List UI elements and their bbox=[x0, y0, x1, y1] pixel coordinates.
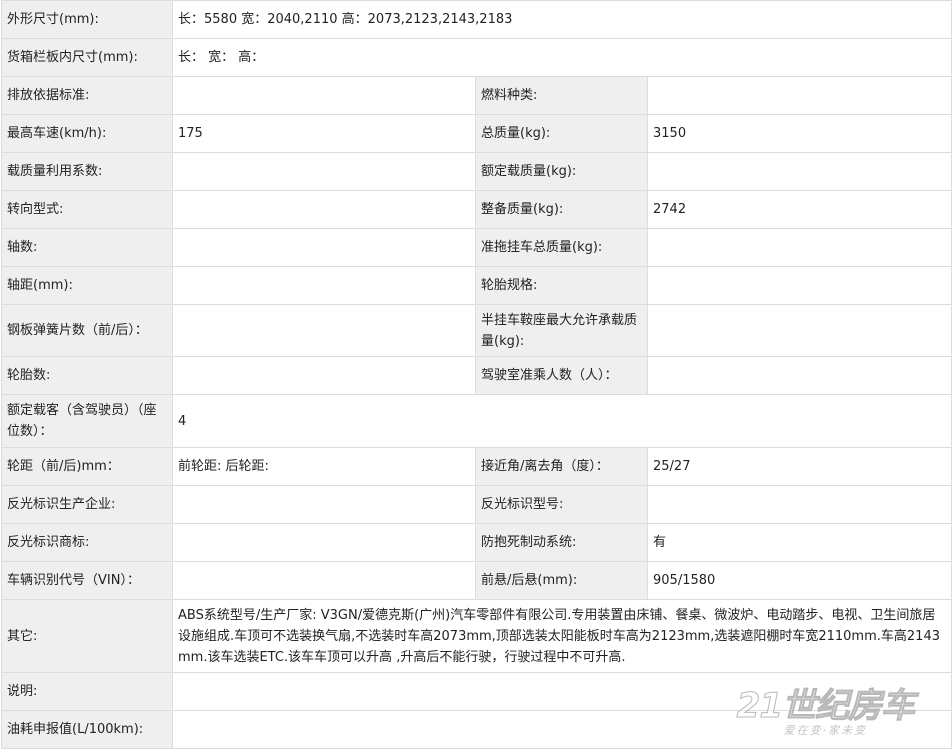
row-value bbox=[646, 228, 952, 267]
row-label: 半挂车鞍座最大允许承载质量(kg): bbox=[475, 304, 648, 357]
row-label: 说明: bbox=[1, 672, 173, 711]
table-row: 反光标识生产企业: 反光标识型号: bbox=[1, 485, 952, 524]
row-label: 最高车速(km/h): bbox=[1, 114, 173, 153]
row-value: 2742 bbox=[646, 190, 952, 229]
row-value: 905/1580 bbox=[646, 561, 952, 600]
table-row: 排放依据标准: 燃料种类: bbox=[1, 76, 952, 115]
row-label: 轴数: bbox=[1, 228, 173, 267]
row-label: 燃料种类: bbox=[475, 76, 648, 115]
row-value bbox=[646, 485, 952, 524]
row-label: 排放依据标准: bbox=[1, 76, 173, 115]
table-row: 转向型式: 整备质量(kg): 2742 bbox=[1, 190, 952, 229]
row-label: 油耗申报值(L/100km): bbox=[1, 710, 173, 749]
row-value bbox=[646, 76, 952, 115]
row-label: 载质量利用系数: bbox=[1, 152, 173, 191]
row-value: 前轮距: 后轮距: bbox=[172, 447, 476, 486]
row-label: 转向型式: bbox=[1, 190, 173, 229]
row-label: 总质量(kg): bbox=[475, 114, 648, 153]
row-label: 轮胎规格: bbox=[475, 266, 648, 305]
row-label: 驾驶室准乘人数（人）： bbox=[475, 356, 648, 395]
table-row: 额定载客（含驾驶员）（座位数）： 4 bbox=[1, 394, 952, 448]
row-label: 额定载客（含驾驶员）（座位数）： bbox=[1, 394, 173, 448]
row-value: 3150 bbox=[646, 114, 952, 153]
row-value bbox=[172, 356, 476, 395]
row-value bbox=[171, 710, 952, 749]
table-row: 轮距（前/后)mm： 前轮距: 后轮距: 接近角/离去角（度）： 25/27 bbox=[1, 447, 952, 486]
row-value: 有 bbox=[646, 523, 952, 562]
row-label: 其它: bbox=[1, 599, 173, 673]
row-value: 长：5580 宽：2040,2110 高：2073,2123,2143,2183 bbox=[171, 0, 952, 39]
table-row: 反光标识商标: 防抱死制动系统: 有 bbox=[1, 523, 952, 562]
table-row: 钢板弹簧片数（前/后）： 半挂车鞍座最大允许承载质量(kg): bbox=[1, 304, 952, 357]
row-label: 钢板弹簧片数（前/后）： bbox=[1, 304, 173, 357]
row-label: 外形尺寸(mm): bbox=[1, 0, 173, 39]
row-label: 额定载质量(kg): bbox=[475, 152, 648, 191]
row-label: 轮胎数: bbox=[1, 356, 173, 395]
table-row: 最高车速(km/h): 175 总质量(kg): 3150 bbox=[1, 114, 952, 153]
row-label: 准拖挂车总质量(kg): bbox=[475, 228, 648, 267]
row-value bbox=[172, 76, 476, 115]
spec-table: 外形尺寸(mm): 长：5580 宽：2040,2110 高：2073,2123… bbox=[1, 0, 952, 749]
row-value bbox=[646, 152, 952, 191]
row-label: 接近角/离去角（度）： bbox=[475, 447, 648, 486]
row-value bbox=[172, 152, 476, 191]
row-value bbox=[172, 561, 476, 600]
row-label: 前悬/后悬(mm): bbox=[475, 561, 648, 600]
row-value bbox=[646, 266, 952, 305]
row-label: 反光标识生产企业: bbox=[1, 485, 173, 524]
row-value bbox=[171, 672, 952, 711]
row-value: 长： 宽： 高： bbox=[171, 38, 952, 77]
row-label: 轴距(mm): bbox=[1, 266, 173, 305]
row-label: 反光标识商标: bbox=[1, 523, 173, 562]
table-row: 车辆识别代号（VIN）： 前悬/后悬(mm): 905/1580 bbox=[1, 561, 952, 600]
table-row: 说明: bbox=[1, 672, 952, 711]
row-value bbox=[646, 304, 952, 357]
table-row: 外形尺寸(mm): 长：5580 宽：2040,2110 高：2073,2123… bbox=[1, 0, 952, 39]
row-value: ABS系统型号/生产厂家: V3GN/爱德克斯(广州)汽车零部件有限公司.专用装… bbox=[171, 599, 952, 673]
row-value bbox=[172, 266, 476, 305]
row-value bbox=[172, 304, 476, 357]
row-label: 轮距（前/后)mm： bbox=[1, 447, 173, 486]
row-label: 货箱栏板内尺寸(mm): bbox=[1, 38, 173, 77]
row-value: 25/27 bbox=[646, 447, 952, 486]
table-row: 轴距(mm): 轮胎规格: bbox=[1, 266, 952, 305]
row-value bbox=[646, 356, 952, 395]
table-row: 油耗申报值(L/100km): bbox=[1, 710, 952, 749]
row-value bbox=[172, 228, 476, 267]
row-value bbox=[172, 523, 476, 562]
table-row: 其它: ABS系统型号/生产厂家: V3GN/爱德克斯(广州)汽车零部件有限公司… bbox=[1, 599, 952, 673]
table-row: 轮胎数: 驾驶室准乘人数（人）： bbox=[1, 356, 952, 395]
row-label: 反光标识型号: bbox=[475, 485, 648, 524]
table-row: 载质量利用系数: 额定载质量(kg): bbox=[1, 152, 952, 191]
row-value: 4 bbox=[171, 394, 952, 448]
row-value bbox=[172, 485, 476, 524]
table-row: 轴数: 准拖挂车总质量(kg): bbox=[1, 228, 952, 267]
table-row: 货箱栏板内尺寸(mm): 长： 宽： 高： bbox=[1, 38, 952, 77]
row-label: 车辆识别代号（VIN）： bbox=[1, 561, 173, 600]
row-label: 防抱死制动系统: bbox=[475, 523, 648, 562]
row-value bbox=[172, 190, 476, 229]
row-value: 175 bbox=[172, 114, 476, 153]
row-label: 整备质量(kg): bbox=[475, 190, 648, 229]
